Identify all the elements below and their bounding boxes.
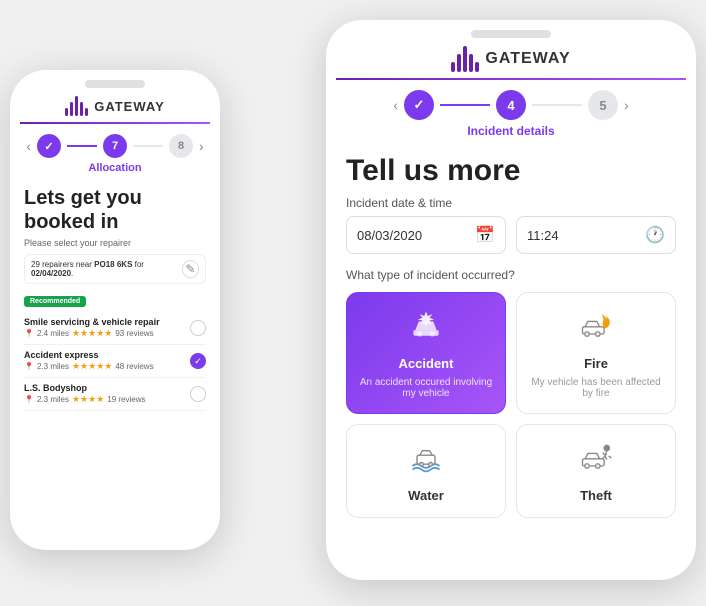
incident-card-accident[interactable]: Accident An accident occured involving m… <box>346 292 506 414</box>
large-phone: GATEWAY ‹ ✓ 4 5 › Incident details Tell … <box>326 20 696 580</box>
small-phone-steps: ‹ ✓ 7 8 › <box>10 124 220 162</box>
repairer-reviews-3: 19 reviews <box>107 395 145 404</box>
incident-card-water[interactable]: Water <box>346 424 506 518</box>
large-step-line-1 <box>440 104 490 106</box>
pin-icon-1: 📍 <box>24 329 34 338</box>
date-value: 08/03/2020 <box>357 228 467 243</box>
water-icon <box>408 439 444 482</box>
fire-title: Fire <box>584 356 608 371</box>
step-inactive-circle: 8 <box>169 134 193 158</box>
edit-icon[interactable]: ✎ <box>182 260 199 278</box>
fire-icon <box>578 307 614 350</box>
large-step-inactive-circle: 5 <box>588 90 618 120</box>
repairer-name-1: Smile servicing & vehicle repair <box>24 317 160 327</box>
small-phone-logo: GATEWAY <box>10 88 220 122</box>
time-value: 11:24 <box>527 228 637 243</box>
small-phone-subtext: Please select your repairer <box>24 238 206 248</box>
pin-icon-2: 📍 <box>24 362 34 371</box>
step-label: Allocation <box>10 162 220 178</box>
pin-icon-3: 📍 <box>24 395 34 404</box>
repairer-distance-3: 2.3 miles <box>37 395 69 404</box>
repairers-text: 29 repairers near PO18 6KS for 02/04/202… <box>31 260 182 278</box>
step-done-circle: ✓ <box>37 134 61 158</box>
small-phone-headline: Lets get you booked in <box>24 186 206 234</box>
repairer-name-3: L.S. Bodyshop <box>24 383 146 393</box>
fire-desc: My vehicle has been affected by fire <box>527 377 665 399</box>
repairer-radio-1[interactable] <box>190 320 206 336</box>
repairer-reviews-2: 48 reviews <box>115 362 153 371</box>
large-logo-text: GATEWAY <box>485 50 570 68</box>
incident-card-fire[interactable]: Fire My vehicle has been affected by fir… <box>516 292 676 414</box>
repairer-item-3[interactable]: L.S. Bodyshop 📍 2.3 miles ★★★★ 19 review… <box>24 378 206 411</box>
repairer-name-2: Accident express <box>24 350 154 360</box>
large-phone-notch <box>471 30 551 38</box>
time-field[interactable]: 11:24 🕐 <box>516 216 676 254</box>
accident-desc: An accident occured involving my vehicle <box>357 377 495 399</box>
repairer-stars-3: ★★★★ <box>72 394 104 405</box>
large-next-step-button[interactable]: › <box>624 97 629 113</box>
small-phone: GATEWAY ‹ ✓ 7 8 › Allocation Lets get yo… <box>10 70 220 550</box>
incident-card-theft[interactable]: Theft <box>516 424 676 518</box>
large-step-done-circle: ✓ <box>404 90 434 120</box>
next-step-button[interactable]: › <box>199 138 204 154</box>
small-phone-notch <box>85 80 145 88</box>
step-active-circle: 7 <box>103 134 127 158</box>
large-phone-content: Tell us more Incident date & time 08/03/… <box>326 154 696 518</box>
large-phone-logo: GATEWAY <box>326 38 696 78</box>
repairer-stars-2: ★★★★★ <box>72 361 112 372</box>
clock-icon: 🕐 <box>645 225 665 245</box>
recommended-badge: Recommended <box>24 296 86 307</box>
large-step-line-2 <box>532 104 582 106</box>
theft-title: Theft <box>580 488 612 503</box>
large-prev-step-button[interactable]: ‹ <box>393 97 398 113</box>
theft-icon <box>578 439 614 482</box>
repairer-item-2[interactable]: Accident express 📍 2.3 miles ★★★★★ 48 re… <box>24 345 206 378</box>
repairer-radio-3[interactable] <box>190 386 206 402</box>
date-field[interactable]: 08/03/2020 📅 <box>346 216 506 254</box>
accident-icon <box>408 307 444 350</box>
repairers-row: 29 repairers near PO18 6KS for 02/04/202… <box>24 254 206 284</box>
large-phone-steps: ‹ ✓ 4 5 › <box>326 80 696 124</box>
date-time-row: 08/03/2020 📅 11:24 🕐 <box>346 216 676 254</box>
repairer-item-1[interactable]: Smile servicing & vehicle repair 📍 2.4 m… <box>24 312 206 345</box>
repairer-distance-2: 2.3 miles <box>37 362 69 371</box>
water-title: Water <box>408 488 444 503</box>
repairer-reviews-1: 93 reviews <box>115 329 153 338</box>
date-label: Incident date & time <box>346 196 676 210</box>
logo-bars-icon <box>65 96 88 116</box>
accident-title: Accident <box>399 356 454 371</box>
page-title: Tell us more <box>346 154 676 188</box>
repairer-distance-1: 2.4 miles <box>37 329 69 338</box>
repairer-radio-2[interactable] <box>190 353 206 369</box>
large-step-label: Incident details <box>326 124 696 142</box>
step-line-1 <box>67 145 97 147</box>
repairer-stars-1: ★★★★★ <box>72 328 112 339</box>
small-phone-content: Lets get you booked in Please select you… <box>10 186 220 411</box>
incident-label: What type of incident occurred? <box>346 268 676 282</box>
incident-grid: Accident An accident occured involving m… <box>346 292 676 518</box>
prev-step-button[interactable]: ‹ <box>26 138 31 154</box>
calendar-icon: 📅 <box>475 225 495 245</box>
large-step-active-circle: 4 <box>496 90 526 120</box>
large-logo-bars-icon <box>451 46 479 72</box>
step-line-2 <box>133 145 163 147</box>
logo-text: GATEWAY <box>94 99 165 114</box>
